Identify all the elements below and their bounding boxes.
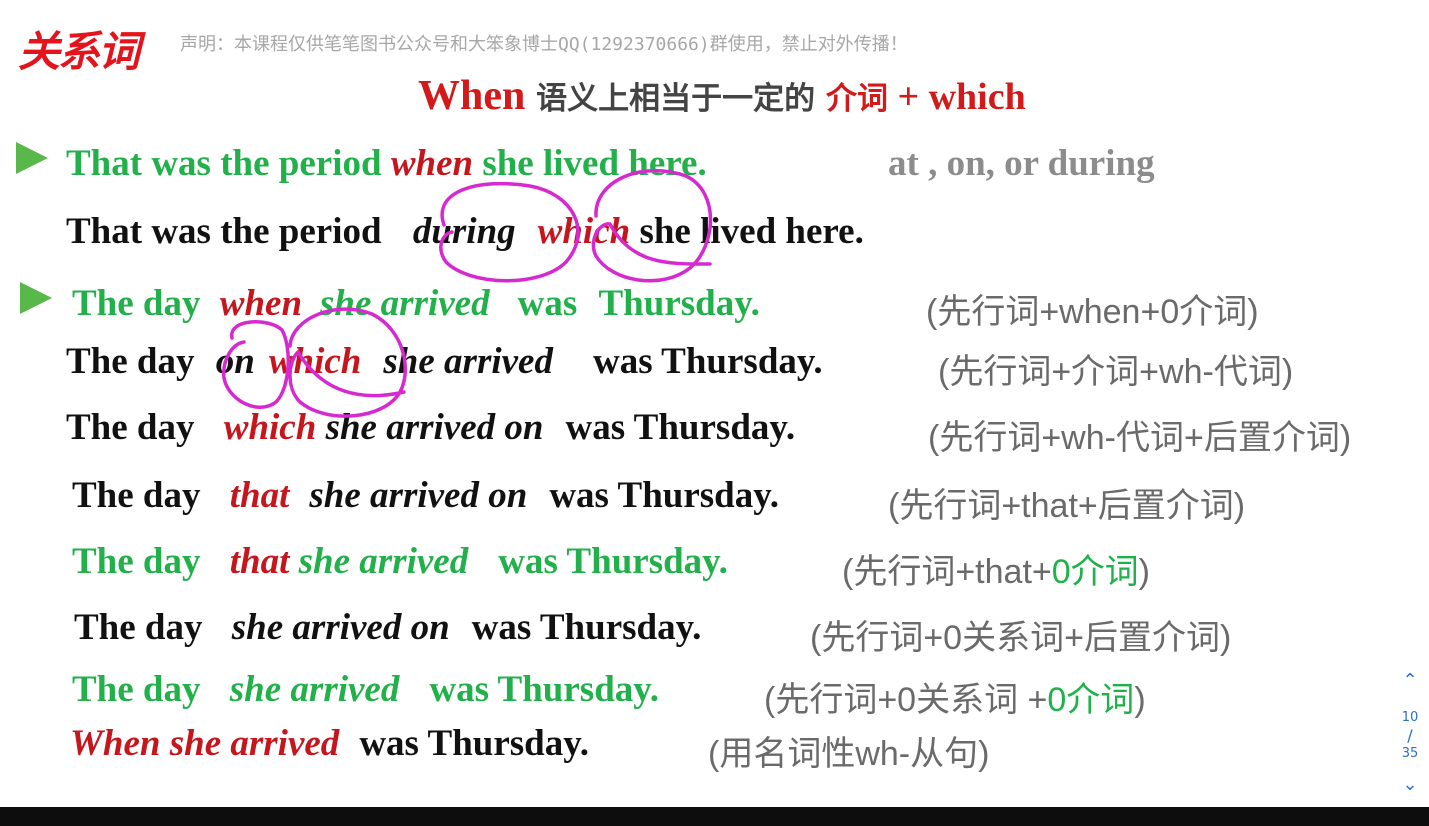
- total-pages: 35: [1401, 746, 1419, 761]
- sentence-day-arrived: The day she arrived was Thursday.: [72, 668, 659, 711]
- relative-word-when: when: [390, 143, 474, 184]
- heading-middle: 语义上相当于一定的: [525, 81, 826, 117]
- text-segment: ): [1134, 681, 1146, 719]
- text-segment: The day: [66, 407, 204, 448]
- relative-word-that: that: [229, 541, 290, 582]
- chevron-up-icon[interactable]: ⌃: [1396, 670, 1424, 691]
- current-page: 10: [1401, 710, 1419, 725]
- text-segment: was Thursday.: [429, 669, 659, 710]
- relative-word-which: which: [223, 407, 317, 448]
- text-segment: she lived here.: [630, 211, 864, 252]
- text-segment: she arrived on: [231, 607, 450, 648]
- sentence-day-that-on: The day that she arrived on was Thursday.: [72, 474, 779, 517]
- heading-plus-which: + which: [887, 76, 1026, 118]
- text-segment: was Thursday.: [549, 475, 779, 516]
- relative-word-that: that: [229, 475, 290, 516]
- zero-preposition-label: 0介词: [1051, 553, 1139, 591]
- sentence-day-on-which: The day on which she arrived was Thursday.: [66, 340, 823, 383]
- sentence-period-when: That was the period when she lived here.: [66, 142, 707, 185]
- relative-word-which: which: [268, 341, 362, 382]
- text-segment: was: [517, 283, 587, 324]
- text-segment: she arrived: [229, 669, 400, 710]
- sentence-period-during-which: That was the period during which she live…: [66, 210, 864, 253]
- bullet-triangle-icon: [20, 282, 52, 314]
- text-segment: she arrived on: [309, 475, 528, 516]
- slide-heading: When 语义上相当于一定的 介词 + which: [418, 72, 1026, 120]
- noun-clause-when: When she arrived: [70, 723, 340, 764]
- preposition-note: at , on, or during: [888, 143, 1155, 184]
- text-segment: The day: [74, 607, 212, 648]
- text-segment: she arrived: [289, 541, 469, 582]
- preposition-on: on: [215, 341, 255, 382]
- relative-word-when: when: [219, 283, 303, 324]
- text-segment: was Thursday.: [498, 541, 728, 582]
- copyright-notice: 声明：本课程仅供笔笔图书公众号和大笨象博士QQ(1292370666)群使用，禁…: [180, 34, 908, 55]
- structure-note: (先行词+0关系词+后置介词): [810, 619, 1232, 657]
- text-segment: was Thursday.: [359, 723, 589, 764]
- text-segment: The day: [66, 341, 204, 382]
- text-segment: she arrived on: [316, 407, 544, 448]
- bullet-triangle-icon: [16, 142, 48, 174]
- sentence-day-which-on: The day which she arrived on was Thursday…: [66, 406, 795, 449]
- text-segment: The day: [72, 475, 210, 516]
- text-segment: Thursday.: [598, 283, 760, 324]
- chevron-down-icon[interactable]: ⌄: [1396, 774, 1424, 795]
- sentence-day-arrived-on: The day she arrived on was Thursday.: [74, 606, 701, 649]
- text-segment: ): [1138, 553, 1150, 591]
- structure-note: (先行词+0关系词 +0介词): [764, 672, 1146, 721]
- relative-word-which: which: [537, 211, 631, 252]
- structure-note: (先行词+that+后置介词): [888, 487, 1246, 525]
- structure-note: (先行词+介词+wh-代词): [938, 353, 1294, 391]
- preposition-during: during: [412, 211, 516, 252]
- text-segment: The day: [72, 283, 210, 324]
- text-segment: was Thursday.: [592, 341, 823, 382]
- lesson-slide: 关系词 声明：本课程仅供笔笔图书公众号和大笨象博士QQ(1292370666)群…: [0, 0, 1429, 807]
- structure-note: (先行词+wh-代词+后置介词): [928, 419, 1352, 457]
- text-segment: That was the period: [66, 211, 391, 252]
- text-segment: (先行词+0关系词 +: [764, 681, 1048, 719]
- text-segment: she arrived: [383, 341, 553, 382]
- page-separator: /: [1407, 726, 1413, 745]
- bottom-bar: [0, 807, 1429, 826]
- slide-pager: ⌃ 10 / 35 ⌄: [1396, 670, 1424, 800]
- structure-note: (用名词性wh-从句): [708, 735, 990, 773]
- zero-preposition-label: 0介词: [1047, 681, 1135, 719]
- heading-prep: 介词: [825, 81, 888, 117]
- text-segment: The day: [72, 669, 210, 710]
- sentence-day-when: The day when she arrived was Thursday.: [72, 282, 760, 325]
- structure-note: (先行词+when+0介词): [926, 293, 1259, 331]
- text-segment: she arrived: [320, 283, 490, 324]
- text-segment: (先行词+that+: [842, 553, 1052, 591]
- heading-when: When: [418, 73, 526, 119]
- sentence-when-clause: When she arrived was Thursday.: [70, 722, 589, 765]
- text-segment: That was the period: [66, 143, 391, 184]
- text-segment: The day: [72, 541, 210, 582]
- text-segment: she lived here.: [473, 143, 707, 184]
- structure-note: (先行词+that+0介词): [842, 544, 1150, 593]
- slide-logo: 关系词: [18, 27, 140, 76]
- text-segment: was Thursday.: [565, 407, 796, 448]
- sentence-day-that: The day that she arrived was Thursday.: [72, 540, 728, 583]
- text-segment: was Thursday.: [471, 607, 702, 648]
